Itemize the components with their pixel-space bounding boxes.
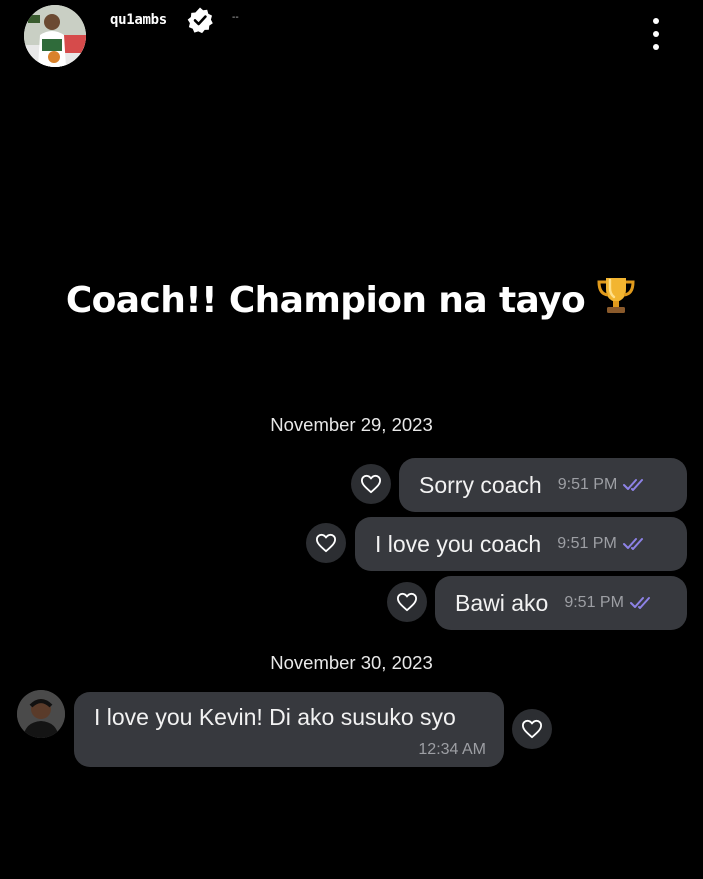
heart-icon [315,533,336,553]
message-time: 12:34 AM [418,741,486,758]
message-time: 9:51 PM [557,535,617,552]
like-button[interactable] [387,582,427,622]
outgoing-message[interactable]: I love you coach 9:51 PM [355,517,687,571]
username[interactable]: qu1ambs [110,12,167,28]
read-receipt-icon [623,479,644,491]
sender-avatar[interactable] [17,690,65,738]
message-time: 9:51 PM [557,476,618,493]
profile-avatar[interactable] [24,5,86,67]
message-time: 9:51 PM [564,594,624,611]
incoming-message[interactable]: I love you Kevin! Di ako susuko syo 12:3… [74,692,504,767]
outgoing-message[interactable]: Bawi ako 9:51 PM [435,576,687,630]
date-separator: November 29, 2023 [270,414,433,435]
more-dot [653,18,659,24]
more-dot [653,44,659,50]
date-separator: November 30, 2023 [270,652,433,673]
heart-icon [360,474,381,494]
message-text: I love you Kevin! Di ako susuko syo [94,704,456,730]
message-text: Sorry coach [419,471,542,498]
more-options-button[interactable] [640,14,672,54]
heart-icon [396,592,417,612]
message-text: Bawi ako [455,589,549,616]
like-button[interactable] [306,523,346,563]
more-dot [653,31,659,37]
read-receipt-icon [629,597,650,609]
message-text: I love you coach [375,530,542,557]
caption-text: Coach!! Champion na tayo [65,280,586,321]
read-receipt-icon [622,538,643,550]
outgoing-message[interactable]: Sorry coach 9:51 PM [399,458,687,512]
trophy-icon [597,278,635,313]
story-header: qu1ambs -- [0,0,703,80]
header-meta: -- [232,12,239,23]
like-button[interactable] [351,464,391,504]
like-button[interactable] [512,709,552,749]
verified-badge-icon [187,7,213,34]
story-caption: Coach!! Champion na tayo [0,274,703,321]
heart-icon [522,719,542,739]
